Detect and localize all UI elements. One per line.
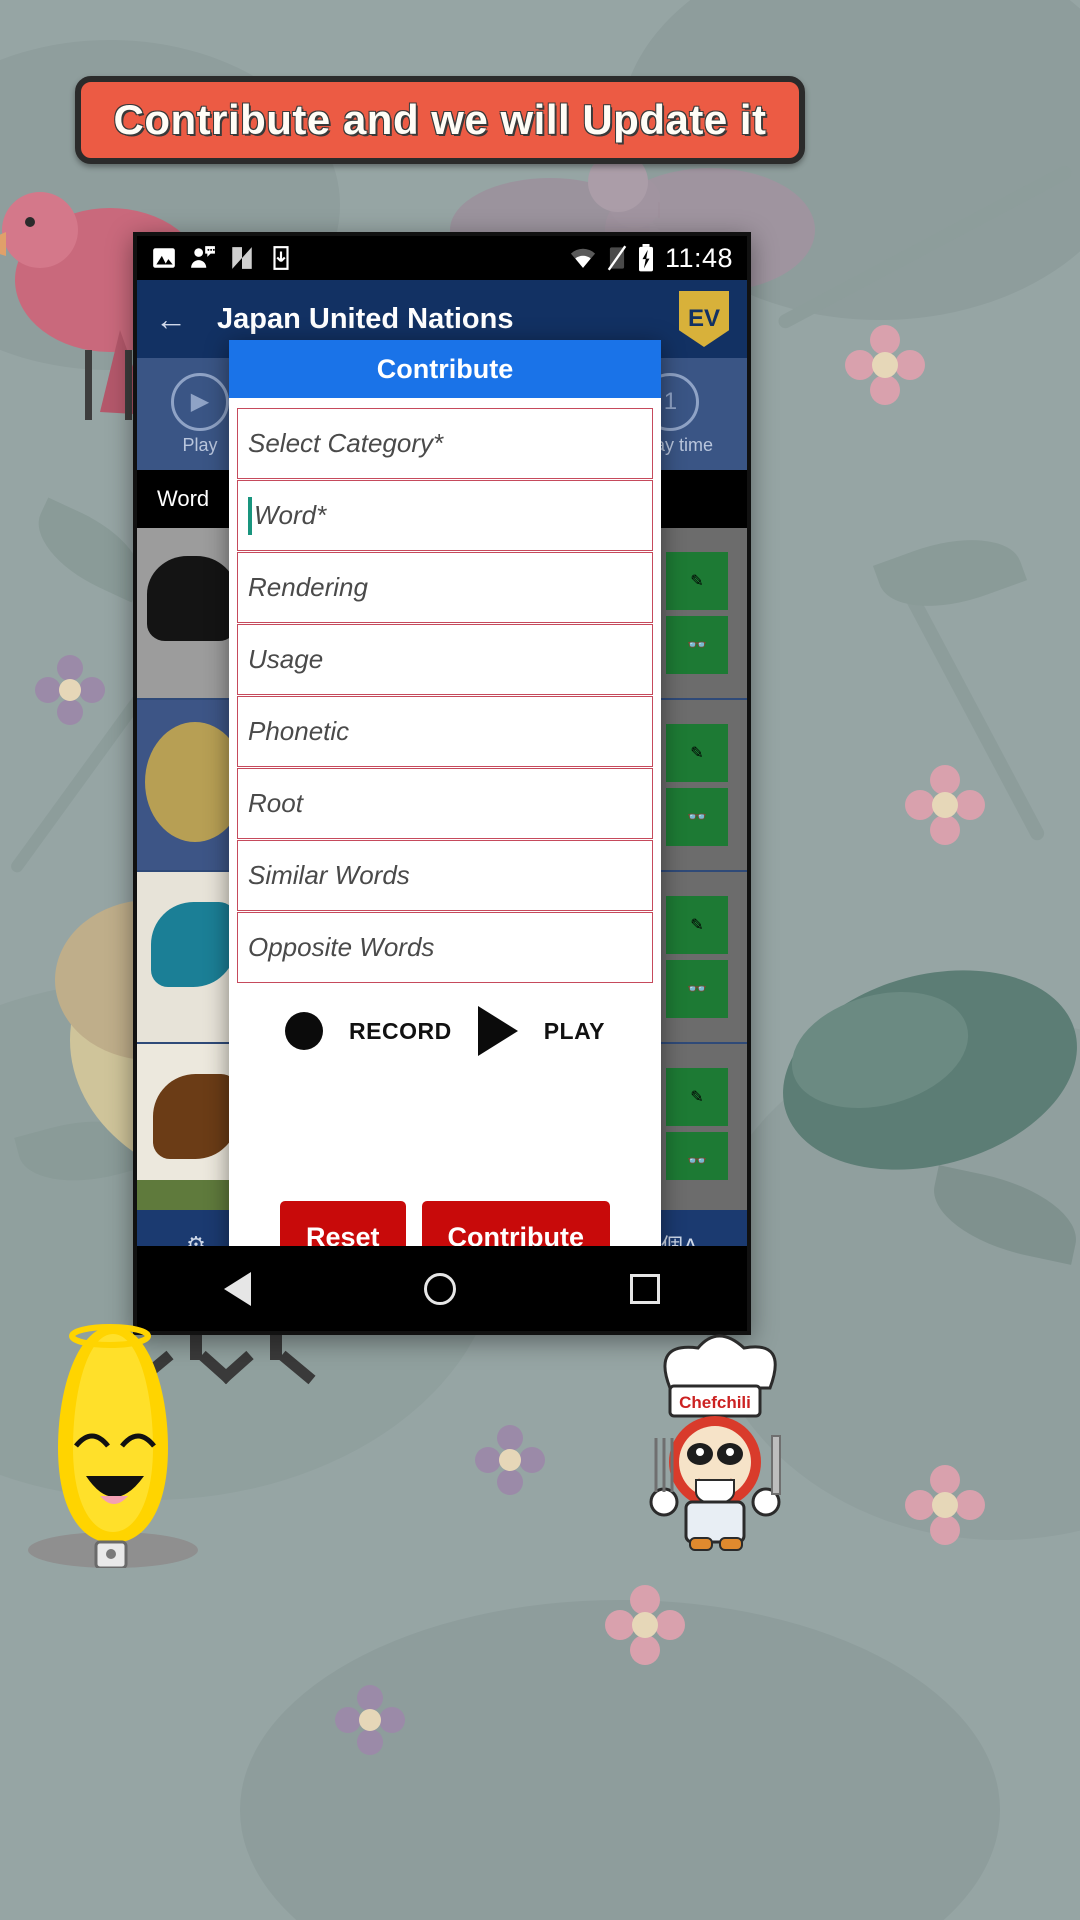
word-row-actions: ✎ 👓 — [647, 528, 747, 698]
play-control-label: Play — [182, 434, 218, 455]
phonetic-placeholder: Phonetic — [248, 716, 350, 746]
word-field[interactable]: Word* — [237, 480, 653, 551]
dialog-title: Contribute — [376, 353, 514, 384]
rendering-field[interactable]: Rendering — [237, 552, 653, 623]
chef-mascot: Chefchili — [649, 1334, 781, 1551]
record-icon[interactable] — [285, 1012, 324, 1050]
genie-lamp-mascot — [28, 1324, 198, 1568]
app-background: ← Japan United Nations EV ▶ Play 1 Delay… — [137, 280, 747, 1280]
edit-icon[interactable]: ✎ — [666, 896, 728, 954]
similar-words-field[interactable]: Similar Words — [237, 840, 653, 911]
flower-decoration — [845, 325, 925, 405]
photo-icon — [153, 248, 175, 268]
media-controls: RECORD PLAY — [237, 1006, 653, 1056]
back-arrow-icon[interactable]: ← — [155, 301, 187, 338]
edit-icon[interactable]: ✎ — [666, 552, 728, 610]
flower-decoration — [905, 765, 985, 845]
edit-icon[interactable]: ✎ — [666, 724, 728, 782]
root-placeholder: Root — [248, 788, 303, 818]
knife-icon — [771, 1435, 781, 1495]
promo-banner: Contribute and we will Update it — [75, 76, 805, 164]
wifi-icon — [570, 248, 596, 268]
glasses-icon[interactable]: 👓 — [666, 788, 728, 846]
word-row-actions: ✎ 👓 — [647, 872, 747, 1042]
opposite-words-field[interactable]: Opposite Words — [237, 912, 653, 983]
edit-icon[interactable]: ✎ — [666, 1068, 728, 1126]
nova-launcher-icon — [232, 247, 252, 269]
column-header-word: Word — [157, 486, 210, 511]
dialog-header: Contribute — [229, 340, 661, 398]
usage-field[interactable]: Usage — [237, 624, 653, 695]
no-sim-icon — [607, 245, 627, 271]
play-label[interactable]: PLAY — [544, 1018, 605, 1045]
rendering-placeholder: Rendering — [248, 572, 368, 602]
record-label[interactable]: RECORD — [349, 1018, 452, 1045]
usage-placeholder: Usage — [248, 644, 324, 674]
bird-illustration — [783, 970, 1077, 1170]
app-title: Japan United Nations — [217, 302, 514, 335]
select-category-placeholder: Select Category* — [248, 428, 444, 458]
status-bar-time: 11:48 — [664, 242, 733, 273]
word-row-actions: ✎ 👓 — [647, 700, 747, 870]
dialog-body: Select Category* Word* Rendering Usage P… — [229, 398, 661, 1280]
similar-words-placeholder: Similar Words — [248, 860, 410, 890]
download-icon — [273, 246, 289, 270]
root-field[interactable]: Root — [237, 768, 653, 839]
flower-decoration — [35, 655, 105, 725]
word-placeholder: Word* — [254, 500, 327, 530]
promo-banner-text: Contribute and we will Update it — [113, 96, 767, 143]
flower-decoration — [475, 1425, 545, 1495]
android-nav-bar — [137, 1246, 747, 1331]
flower-decoration — [605, 1585, 685, 1665]
glasses-icon[interactable]: 👓 — [666, 616, 728, 674]
chef-mascot-label: Chefchili — [679, 1393, 751, 1412]
opposite-words-placeholder: Opposite Words — [248, 932, 435, 962]
ev-logo-icon: EV — [679, 291, 729, 347]
flower-decoration — [335, 1685, 405, 1755]
back-triangle-icon[interactable] — [223, 1271, 251, 1306]
play-icon[interactable] — [477, 1006, 518, 1056]
battery-charging-icon — [638, 244, 653, 272]
android-status-bar: 11:48 — [137, 236, 747, 280]
text-cursor — [248, 496, 252, 535]
phonetic-field[interactable]: Phonetic — [237, 696, 653, 767]
home-circle-icon[interactable] — [424, 1272, 457, 1305]
play-icon: ▶ — [171, 372, 229, 431]
leaf-decoration — [872, 518, 1028, 628]
glasses-icon[interactable]: 👓 — [666, 960, 728, 1018]
play-control[interactable]: ▶ Play — [171, 372, 229, 456]
person-message-icon — [191, 246, 215, 268]
select-category-field[interactable]: Select Category* — [237, 408, 653, 479]
recents-square-icon[interactable] — [630, 1273, 661, 1304]
phone-screenshot: ← Japan United Nations EV ▶ Play 1 Delay… — [133, 232, 751, 1335]
flower-decoration — [905, 1465, 985, 1545]
contribute-dialog: Contribute Select Category* Word* Render… — [229, 340, 661, 1280]
